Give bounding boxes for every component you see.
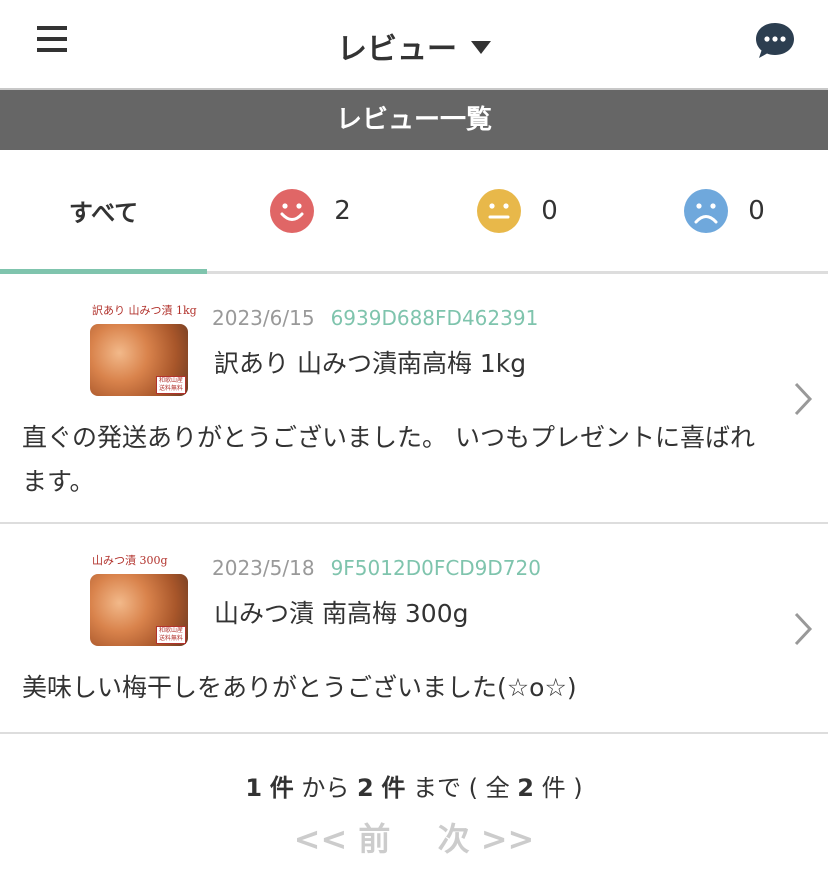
pager-to-word: まで [412,774,461,802]
tab-negative[interactable]: 0 [621,150,828,271]
review-meta: 2023/6/15 6939D688FD462391 [212,306,538,330]
page-title-dropdown[interactable]: レビュー [0,24,828,68]
order-id: 9F5012D0FCD9D720 [330,556,541,580]
neutral-count: 0 [541,195,558,226]
negative-count: 0 [748,195,765,226]
caret-down-icon [471,41,491,54]
section-title-bar: レビュー一覧 [0,90,828,150]
section-title: レビュー一覧 [335,105,492,135]
pager-total: 2 [517,774,534,802]
tab-all-label: すべて [68,199,139,227]
review-comment: 直ぐの発送ありがとうございました。 いつもプレゼントに喜ばれます。 [22,423,755,496]
tab-positive[interactable]: 2 [207,150,414,271]
pager-nav: << 前 次 >> [0,814,828,860]
pager-from: 1 [245,774,263,802]
thumbnail-badge: 和歌山産 送料無料 [156,626,186,644]
prev-page-link[interactable]: << 前 [294,814,391,860]
review-meta: 2023/5/18 9F5012D0FCD9D720 [212,556,541,580]
pager-summary: 1 件 から 2 件 まで ( 全 2 件 ) [0,768,828,803]
review-comment: 美味しい梅干しをありがとうございました(☆o☆) [22,673,577,702]
review-item[interactable]: 訳あり 山みつ漬 1kg 和歌山産 送料無料 2023/6/15 6939D688… [0,274,828,524]
review-date: 2023/5/18 [212,556,315,580]
neutral-face-icon [477,188,522,233]
smile-face-icon [270,188,315,233]
product-thumbnail: 訳あり 山みつ漬 1kg 和歌山産 送料無料 [88,302,197,398]
top-header: レビュー [0,0,828,90]
review-item[interactable]: 山みつ漬 300g 和歌山産 送料無料 2023/5/18 9F5012D0FCD… [0,524,828,734]
thumbnail-badge: 和歌山産 送料無料 [156,376,186,394]
sad-face-icon [684,188,729,233]
review-date: 2023/6/15 [212,306,315,330]
pager-unit: 件 [381,774,406,802]
pager-to: 2 [357,774,374,802]
product-name: 山みつ漬 南高梅 300g [214,599,469,628]
page-title: レビュー [337,32,457,67]
pager-unit: 件 [269,774,294,802]
thumbnail-label: 山みつ漬 300g [92,554,168,567]
next-page-link[interactable]: 次 >> [438,814,535,860]
product-name: 訳あり 山みつ漬南高梅 1kg [214,349,527,378]
filter-tabs: すべて 2 0 0 [0,150,828,274]
product-thumbnail: 山みつ漬 300g 和歌山産 送料無料 [88,552,190,648]
positive-count: 2 [334,195,351,226]
tab-neutral[interactable]: 0 [414,150,621,271]
chat-bubble-icon[interactable] [754,21,796,61]
thumbnail-label: 訳あり 山みつ漬 1kg [92,304,197,317]
chevron-right-icon[interactable] [792,380,814,418]
tab-all[interactable]: すべて [0,150,207,274]
pager-total-prefix: ( 全 [468,774,510,802]
pager-from-word: から [301,774,350,802]
pager-total-suffix: 件 ) [541,774,583,802]
chevron-right-icon[interactable] [792,610,814,648]
order-id: 6939D688FD462391 [330,306,539,330]
